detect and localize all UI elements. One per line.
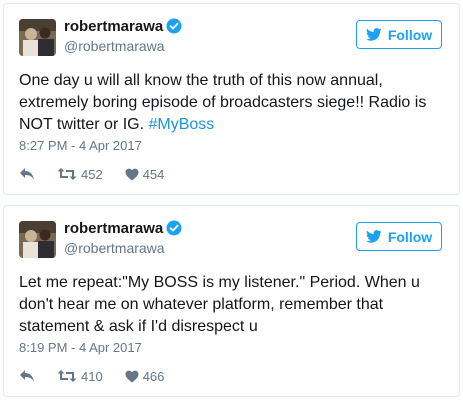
user-handle[interactable]: @robertmarawa bbox=[64, 240, 165, 256]
like-button[interactable]: 454 bbox=[125, 166, 165, 182]
display-name[interactable]: robertmarawa bbox=[64, 220, 163, 237]
hashtag-link[interactable]: #MyBoss bbox=[149, 116, 215, 133]
follow-label: Follow bbox=[387, 228, 433, 245]
like-heart-icon bbox=[125, 168, 139, 180]
reply-button[interactable] bbox=[19, 167, 35, 181]
tweet-card: robertmarawa @robertmarawa Follow Let me… bbox=[3, 205, 460, 397]
tweet-body: Let me repeat:"My BOSS is my listener." … bbox=[19, 274, 420, 335]
display-name[interactable]: robertmarawa bbox=[64, 18, 163, 35]
timestamp[interactable]: 8:27 PM - 4 Apr 2017 bbox=[19, 138, 142, 153]
retweet-button[interactable]: 410 bbox=[57, 369, 103, 384]
timestamp[interactable]: 8:19 PM - 4 Apr 2017 bbox=[19, 340, 142, 355]
reply-icon bbox=[20, 168, 34, 180]
like-button[interactable]: 466 bbox=[125, 368, 165, 384]
like-count: 454 bbox=[142, 166, 165, 182]
retweet-icon bbox=[57, 370, 77, 382]
avatar[interactable] bbox=[19, 19, 56, 56]
tweet-body: One day u will all know the truth of thi… bbox=[19, 72, 427, 133]
tweet-actions: 410 466 bbox=[19, 366, 186, 386]
follow-button[interactable]: Follow bbox=[356, 222, 442, 251]
tweet-actions: 452 454 bbox=[19, 164, 186, 184]
twitter-bird-icon bbox=[365, 28, 382, 41]
twitter-bird-icon bbox=[365, 230, 382, 243]
retweet-button[interactable]: 452 bbox=[57, 167, 103, 182]
tweet-text: Let me repeat:"My BOSS is my listener." … bbox=[19, 272, 444, 338]
verified-badge-icon bbox=[166, 18, 182, 34]
avatar[interactable] bbox=[19, 221, 56, 258]
reply-button[interactable] bbox=[19, 369, 35, 383]
follow-button[interactable]: Follow bbox=[356, 20, 442, 49]
tweet-text: One day u will all know the truth of thi… bbox=[19, 70, 444, 136]
retweet-count: 452 bbox=[81, 166, 103, 182]
retweet-count: 410 bbox=[81, 368, 103, 384]
user-handle[interactable]: @robertmarawa bbox=[64, 38, 165, 54]
like-heart-icon bbox=[125, 370, 139, 382]
verified-badge-icon bbox=[166, 220, 182, 236]
follow-label: Follow bbox=[387, 26, 433, 43]
retweet-icon bbox=[57, 168, 77, 180]
tweet-card: robertmarawa @robertmarawa Follow One da… bbox=[3, 3, 460, 195]
like-count: 466 bbox=[142, 368, 165, 384]
reply-icon bbox=[20, 370, 34, 382]
